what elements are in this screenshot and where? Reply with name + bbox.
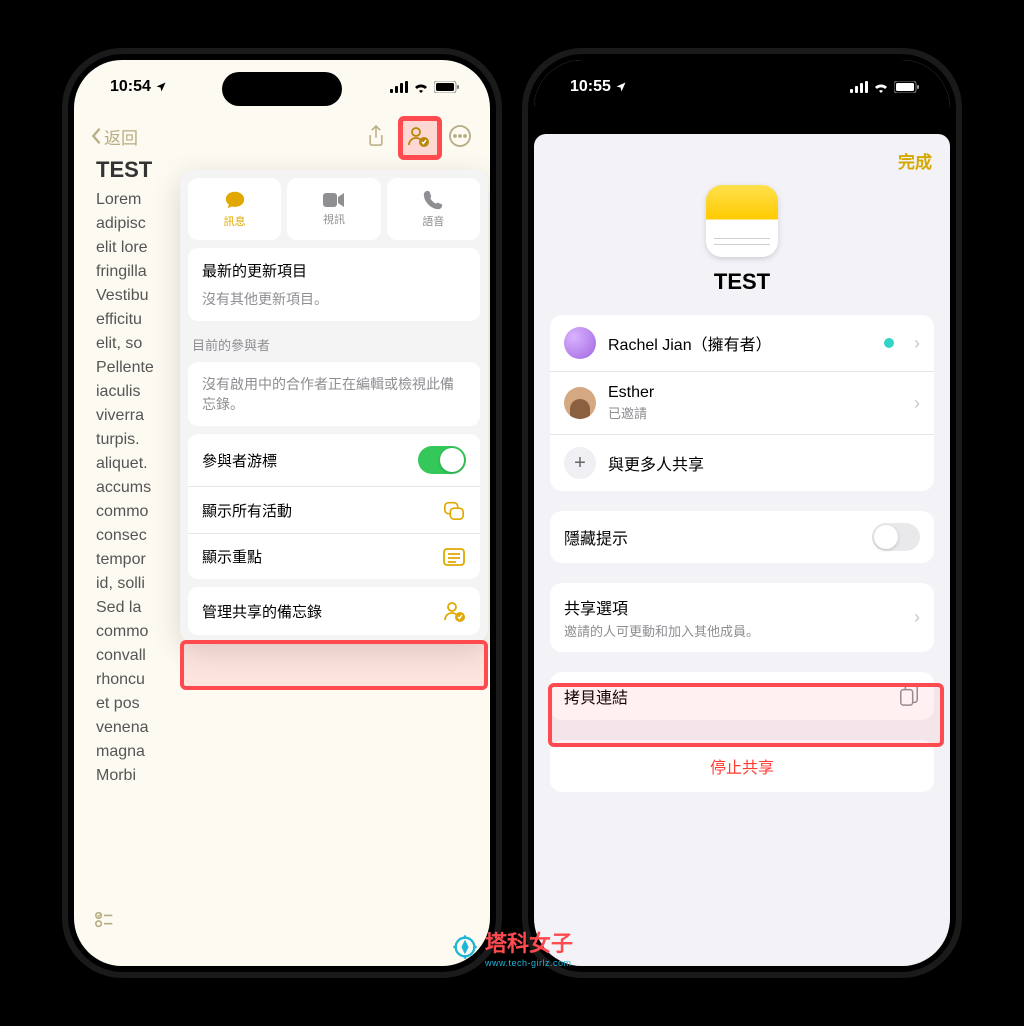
segment-messages[interactable]: 訊息 [188,178,281,240]
participants-card: 沒有啟用中的合作者正在編輯或檢視此備忘錄。 [188,362,480,426]
checklist-icon [94,909,116,931]
manage-icon [442,599,466,623]
updates-card: 最新的更新項目 沒有其他更新項目。 [188,248,480,321]
participant-owner[interactable]: Rachel Jian（擁有者） › [550,315,934,371]
row-manage-shared[interactable]: 管理共享的備忘錄 [188,587,480,635]
person-badge-icon [406,124,430,148]
phone-icon [422,189,444,211]
participants-empty: 沒有啟用中的合作者正在編輯或檢視此備忘錄。 [202,374,466,414]
settings-list: 參與者游標 顯示所有活動 顯示重點 [188,434,480,579]
done-button[interactable]: 完成 [898,148,932,173]
more-button[interactable] [446,122,474,150]
share-icon [366,124,386,148]
message-icon [223,189,247,211]
activity-icon [442,499,466,521]
participants-label: 目前的參與者 [192,335,476,354]
share-button[interactable] [362,122,390,150]
updates-title: 最新的更新項目 [202,260,466,281]
sheet-title: TEST [534,269,950,295]
row-copy-link[interactable]: 拷貝連結 [550,672,934,720]
participants-group: Rachel Jian（擁有者） › Esther 已邀請 › + [550,315,934,491]
status-dot-icon [884,338,894,348]
collaboration-popover: 訊息 視訊 語音 最新的更新項目 沒有其他更新項目。 目前的參與者 [180,170,488,643]
notes-collab-popover-screen: 10:54 返回 [74,60,490,966]
avatar [564,327,596,359]
ellipsis-icon [448,124,472,148]
wifi-icon [413,81,429,93]
share-sheet-screen: 10:55 完成 TEST [534,60,950,966]
segment-video[interactable]: 視訊 [287,178,380,240]
status-time: 10:54 [110,78,151,96]
battery-icon [434,81,460,93]
hide-hints-group: 隱藏提示 [550,511,934,563]
row-cursor: 參與者游標 [188,434,480,486]
add-people[interactable]: + 與更多人共享 [550,434,934,491]
plus-icon: + [564,447,596,479]
battery-icon [894,81,920,93]
chevron-left-icon [90,127,102,145]
watermark-icon [451,933,479,961]
cellular-icon [850,81,868,93]
location-icon [615,81,627,93]
watermark: 塔科女子 www.tech-girlz.com [451,926,573,968]
checklist-button[interactable] [94,909,116,936]
participant-guest[interactable]: Esther 已邀請 › [550,371,934,434]
copy-link-group: 拷貝連結 [550,672,934,720]
manage-list: 管理共享的備忘錄 [188,587,480,635]
row-share-options[interactable]: 共享選項 邀請的人可更動和加入其他成員。 › [550,583,934,652]
contact-segments: 訊息 視訊 語音 [188,178,480,240]
chevron-right-icon: › [914,333,920,354]
collaborate-button[interactable] [404,122,432,150]
chevron-right-icon: › [914,393,920,414]
copy-icon [898,684,920,708]
stop-share-group: 停止共享 [550,740,934,792]
dynamic-island [682,72,802,106]
wifi-icon [873,81,889,93]
video-icon [322,191,346,209]
cellular-icon [390,81,408,93]
row-highlights[interactable]: 顯示重點 [188,533,480,579]
segment-voice[interactable]: 語音 [387,178,480,240]
share-options-group: 共享選項 邀請的人可更動和加入其他成員。 › [550,583,934,652]
row-activity[interactable]: 顯示所有活動 [188,486,480,533]
status-time: 10:55 [570,78,611,96]
dynamic-island [222,72,342,106]
cursor-toggle[interactable] [418,446,466,474]
back-button[interactable]: 返回 [90,124,138,149]
stop-sharing-button[interactable]: 停止共享 [550,740,934,792]
chevron-right-icon: › [914,607,920,628]
row-hide-hints: 隱藏提示 [550,511,934,563]
notes-app-icon [706,185,778,257]
highlights-icon [442,547,466,567]
updates-sub: 沒有其他更新項目。 [202,289,466,309]
avatar [564,387,596,419]
share-sheet: 完成 TEST Rachel Jian（擁有者） › Esther [534,134,950,966]
hide-hints-toggle[interactable] [872,523,920,551]
location-icon [155,81,167,93]
